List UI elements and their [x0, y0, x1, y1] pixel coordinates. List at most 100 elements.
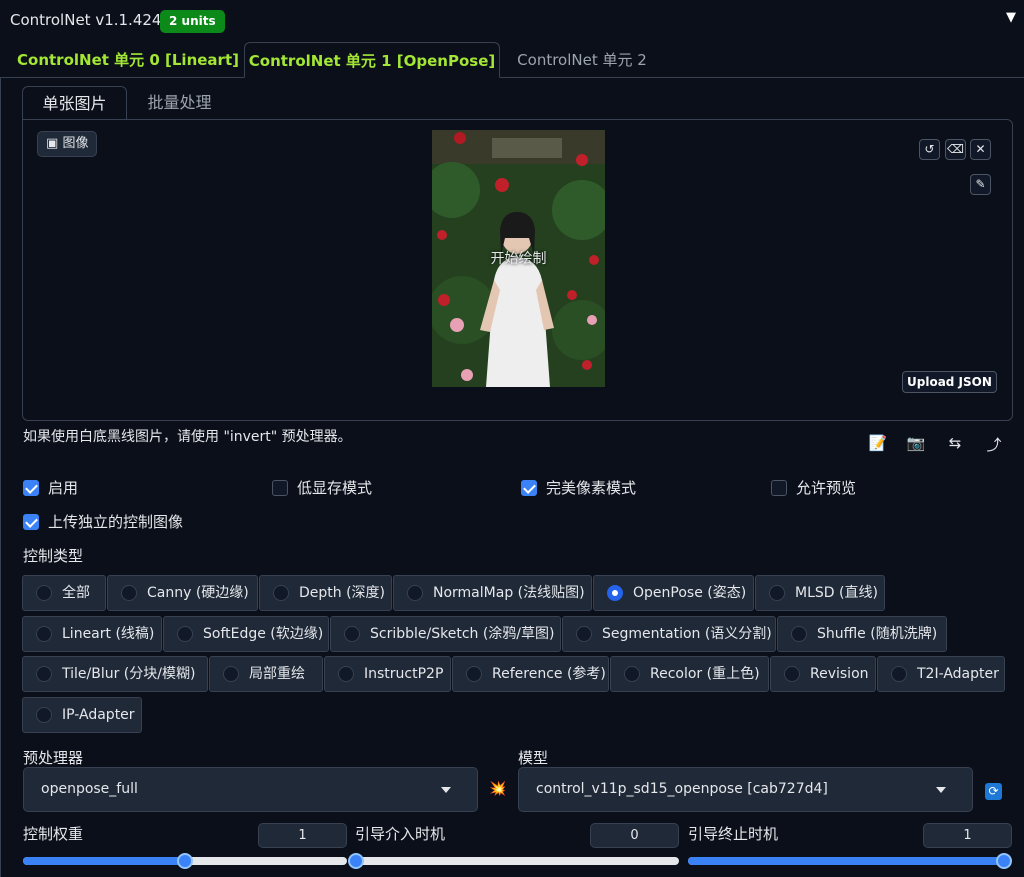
control-weight-label: 控制权重: [23, 825, 84, 843]
radio-label: Lineart (线稿): [62, 626, 155, 642]
unit-tabs: ControlNet 单元 0 [Lineart] ControlNet 单元 …: [0, 42, 1024, 78]
brush-icon[interactable]: ✎: [970, 174, 991, 195]
radio-depth[interactable]: Depth (深度): [259, 575, 392, 611]
tab-unit-0[interactable]: ControlNet 单元 0 [Lineart]: [13, 42, 243, 78]
control-weight-input[interactable]: 1: [258, 823, 347, 848]
chevron-down-icon: [441, 787, 451, 793]
preprocessor-value: openpose_full: [41, 781, 138, 797]
radio-dot[interactable]: [607, 585, 623, 601]
radio-dot[interactable]: [407, 585, 423, 601]
image-label-text: 图像: [62, 136, 89, 151]
radio-label: 全部: [62, 585, 90, 601]
radio-dot[interactable]: [36, 666, 52, 682]
radio-t2i-adapter[interactable]: T2I-Adapter: [877, 656, 1005, 692]
uploaded-photo[interactable]: 开始绘制: [432, 130, 605, 387]
tab-single-image[interactable]: 单张图片: [22, 86, 127, 120]
radio-label: IP-Adapter: [62, 707, 135, 723]
radio-label: MLSD (直线): [795, 585, 878, 601]
preprocessor-select[interactable]: openpose_full: [23, 767, 478, 812]
refresh-icon[interactable]: ⟳: [985, 783, 1002, 800]
upload-json-button[interactable]: Upload JSON: [902, 371, 997, 393]
send-icon[interactable]: ⤴: [984, 434, 1004, 455]
pixel-perfect-checkbox[interactable]: 完美像素模式: [521, 478, 681, 498]
radio-label: Shuffle (随机洗牌): [817, 626, 938, 642]
triangle-down-icon[interactable]: ▼: [1006, 10, 1016, 25]
radio-normalmap[interactable]: NormalMap (法线贴图): [393, 575, 592, 611]
image-canvas[interactable]: ▣ 图像 开始绘制 ↺ ⌫ ✕ ✎ Upload JSON: [22, 119, 1013, 421]
guidance-start-label: 引导介入时机: [355, 825, 446, 843]
radio-dot[interactable]: [36, 626, 52, 642]
radio-dot[interactable]: [784, 666, 800, 682]
radio-dot[interactable]: [624, 666, 640, 682]
radio-shuffle[interactable]: Shuffle (随机洗牌): [777, 616, 947, 652]
checkbox-box[interactable]: [771, 480, 787, 496]
radio-label: Revision: [810, 666, 869, 682]
swap-icon[interactable]: ⇆: [945, 434, 965, 452]
model-value: control_v11p_sd15_openpose [cab727d4]: [536, 781, 828, 797]
tab-batch[interactable]: 批量处理: [127, 86, 232, 120]
image-icon: ▣: [46, 136, 59, 151]
checkbox-box[interactable]: [521, 480, 537, 496]
checkbox-box[interactable]: [272, 480, 288, 496]
tab-unit-1[interactable]: ControlNet 单元 1 [OpenPose]: [244, 42, 500, 78]
radio-dot[interactable]: [36, 585, 52, 601]
radio-reference[interactable]: Reference (参考): [452, 656, 609, 692]
eraser-icon[interactable]: ⌫: [945, 139, 966, 160]
radio-label: OpenPose (姿态): [633, 585, 747, 601]
enable-checkbox[interactable]: 启用: [23, 478, 143, 498]
radio-instructp2p[interactable]: InstructP2P: [324, 656, 451, 692]
radio-scribble[interactable]: Scribble/Sketch (涂鸦/草图): [330, 616, 561, 652]
radio-ip-adapter[interactable]: IP-Adapter: [22, 697, 142, 733]
radio-lineart[interactable]: Lineart (线稿): [22, 616, 162, 652]
tab-unit-2[interactable]: ControlNet 单元 2: [506, 42, 658, 78]
model-select[interactable]: control_v11p_sd15_openpose [cab727d4]: [518, 767, 973, 812]
radio-dot[interactable]: [891, 666, 907, 682]
slider-thumb[interactable]: [996, 853, 1012, 869]
radio-dot[interactable]: [344, 626, 360, 642]
allow-preview-checkbox[interactable]: 允许预览: [771, 478, 911, 498]
controlnet-header[interactable]: ControlNet v1.1.424 2 units ▼: [0, 0, 1024, 40]
undo-icon[interactable]: ↺: [919, 139, 940, 160]
radio-all[interactable]: 全部: [22, 575, 106, 611]
close-icon[interactable]: ✕: [970, 139, 991, 160]
radio-tile-blur[interactable]: Tile/Blur (分块/模糊): [22, 656, 208, 692]
upload-independent-control-checkbox[interactable]: 上传独立的控制图像: [23, 512, 243, 532]
slider-thumb[interactable]: [348, 853, 364, 869]
explosion-icon[interactable]: 💥: [488, 781, 508, 797]
radio-label: T2I-Adapter: [917, 666, 999, 682]
slider-thumb[interactable]: [177, 853, 193, 869]
guidance-end-input[interactable]: 1: [923, 823, 1012, 848]
radio-openpose[interactable]: OpenPose (姿态): [593, 575, 754, 611]
radio-label: Scribble/Sketch (涂鸦/草图): [370, 626, 555, 642]
radio-label: Reference (参考): [492, 666, 606, 682]
radio-recolor[interactable]: Recolor (重上色): [610, 656, 769, 692]
radio-label: InstructP2P: [364, 666, 444, 682]
radio-segmentation[interactable]: Segmentation (语义分割): [562, 616, 776, 652]
low-vram-checkbox[interactable]: 低显存模式: [272, 478, 432, 498]
radio-dot[interactable]: [769, 585, 785, 601]
checkbox-box[interactable]: [23, 514, 39, 530]
checkbox-box[interactable]: [23, 480, 39, 496]
camera-icon[interactable]: 📷: [906, 434, 926, 452]
radio-dot[interactable]: [36, 707, 52, 723]
radio-revision[interactable]: Revision: [770, 656, 876, 692]
notepad-icon[interactable]: 📝: [868, 434, 888, 452]
guidance-start-input[interactable]: 0: [590, 823, 679, 848]
image-label: ▣ 图像: [37, 131, 98, 157]
radio-dot[interactable]: [273, 585, 289, 601]
radio-dot[interactable]: [466, 666, 482, 682]
radio-inpaint[interactable]: 局部重绘: [209, 656, 323, 692]
guidance-start-slider[interactable]: [348, 853, 679, 869]
radio-canny[interactable]: Canny (硬边缘): [107, 575, 258, 611]
radio-dot[interactable]: [791, 626, 807, 642]
radio-dot[interactable]: [121, 585, 137, 601]
checkbox-label: 允许预览: [796, 479, 857, 497]
radio-mlsd[interactable]: MLSD (直线): [755, 575, 885, 611]
guidance-end-slider[interactable]: [688, 853, 1012, 869]
radio-dot[interactable]: [177, 626, 193, 642]
radio-dot[interactable]: [223, 666, 239, 682]
radio-dot[interactable]: [338, 666, 354, 682]
radio-softedge[interactable]: SoftEdge (软边缘): [163, 616, 329, 652]
control-weight-slider[interactable]: [23, 853, 347, 869]
radio-dot[interactable]: [576, 626, 592, 642]
